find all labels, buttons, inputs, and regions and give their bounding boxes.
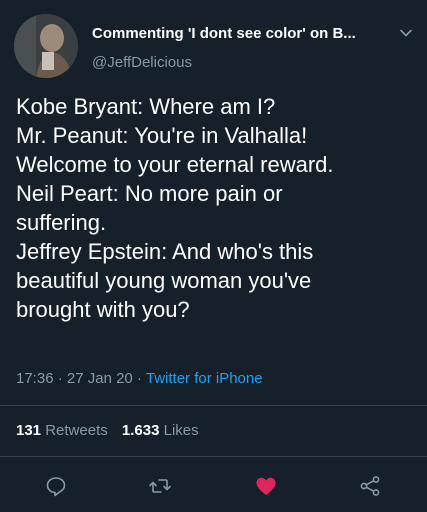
display-name[interactable]: Commenting 'I dont see color' on B...	[92, 25, 382, 42]
tweet-source-link[interactable]: Twitter for iPhone	[146, 370, 263, 387]
tweet-line: Mr. Peanut: You're in Valhalla!	[16, 123, 308, 148]
retweet-icon[interactable]	[148, 474, 172, 498]
retweets-count: 131	[16, 422, 42, 439]
tweet-line: Jeffrey Epstein: And who's this	[16, 239, 314, 264]
reply-icon[interactable]	[44, 474, 68, 498]
heart-icon[interactable]	[254, 474, 278, 498]
retweets-label: Retweets	[45, 422, 108, 439]
divider	[0, 456, 427, 457]
tweet-line: beautiful young woman you've	[16, 268, 312, 293]
chevron-down-icon[interactable]	[398, 25, 414, 41]
tweet-line: Welcome to your eternal reward.	[16, 152, 334, 177]
tweet-text: Kobe Bryant: Where am I? Mr. Peanut: You…	[16, 92, 416, 324]
tweet-line: Neil Peart: No more pain or	[16, 181, 283, 206]
meta-separator: ·	[136, 370, 142, 387]
tweet-line: suffering.	[16, 210, 107, 235]
user-handle[interactable]: @JeffDelicious	[92, 54, 192, 71]
divider	[0, 405, 427, 406]
likes-stat[interactable]: 1.633 Likes	[122, 422, 199, 439]
avatar[interactable]	[14, 14, 78, 78]
tweet-stats: 131 Retweets 1.633 Likes	[16, 422, 209, 439]
share-icon[interactable]	[358, 474, 382, 498]
meta-separator: ·	[57, 370, 63, 387]
tweet-line: Kobe Bryant: Where am I?	[16, 94, 276, 119]
retweets-stat[interactable]: 131 Retweets	[16, 422, 112, 439]
tweet-line: brought with you?	[16, 297, 190, 322]
tweet-date: 27 Jan 20	[66, 370, 133, 387]
tweet-header: Commenting 'I dont see color' on B... @J…	[0, 0, 427, 90]
likes-label: Likes	[163, 422, 199, 439]
likes-count: 1.633	[121, 422, 160, 439]
tweet-meta: 17:36 · 27 Jan 20 · Twitter for iPhone	[16, 370, 263, 387]
action-bar	[0, 462, 427, 508]
tweet-time: 17:36	[16, 370, 54, 387]
